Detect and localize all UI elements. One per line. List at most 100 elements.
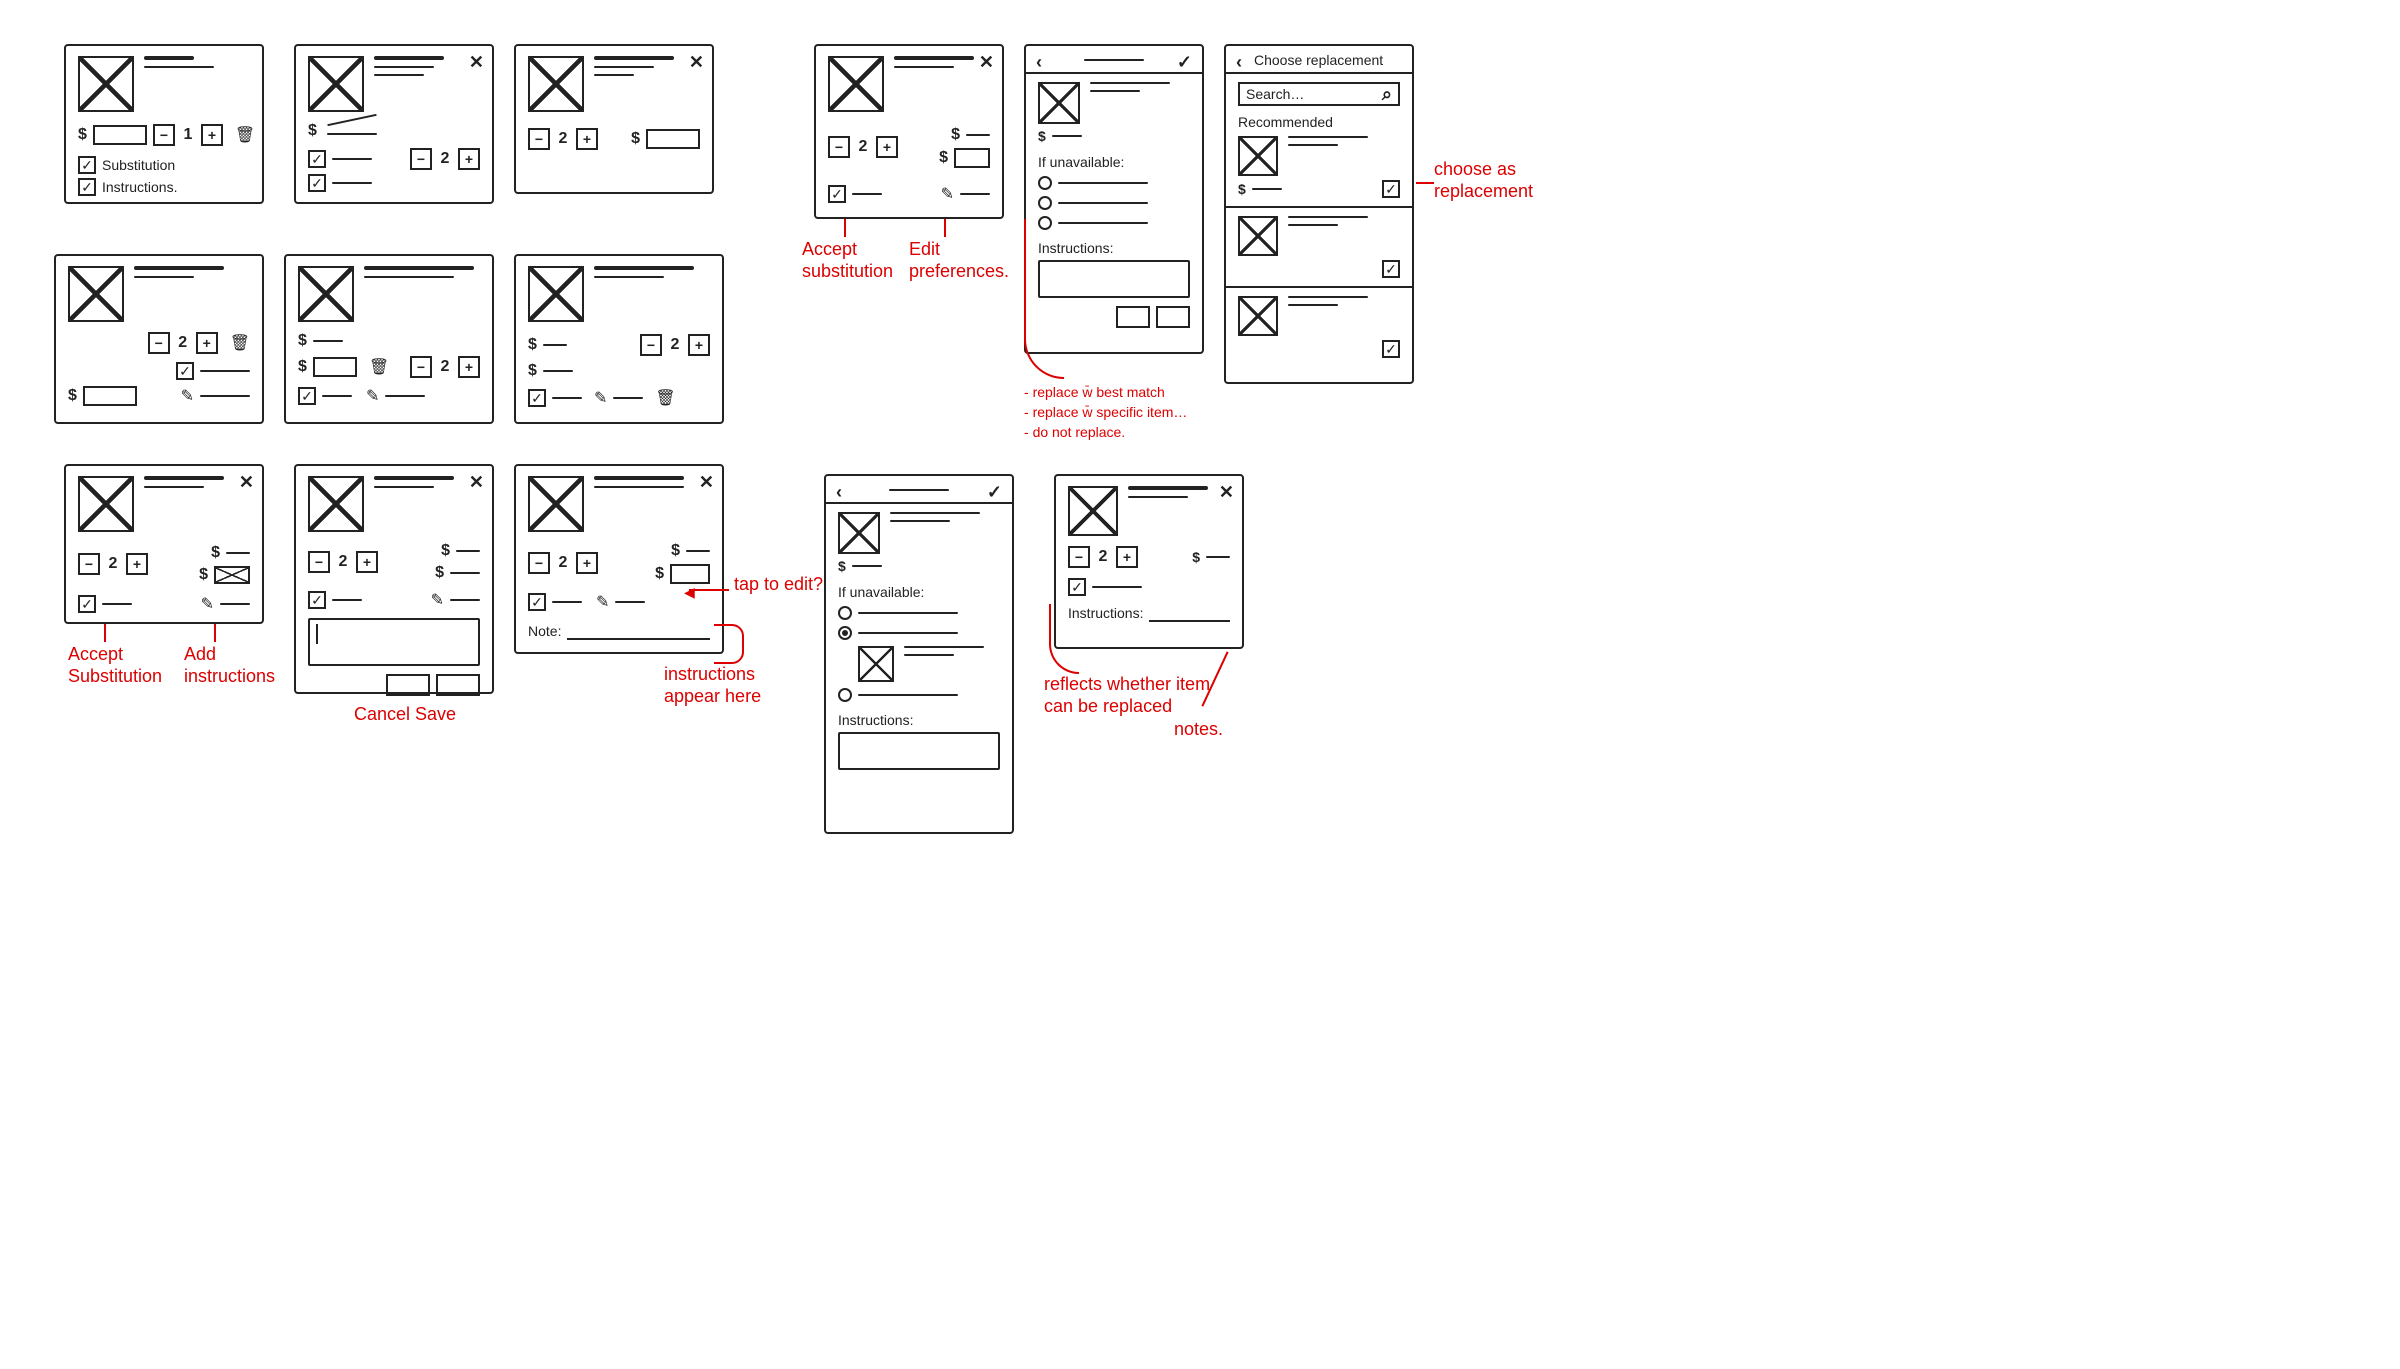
close-icon[interactable]: ✕ — [469, 52, 484, 73]
price-box — [313, 357, 357, 377]
edit-icon[interactable] — [596, 592, 609, 612]
line-scribble — [1288, 296, 1368, 298]
title-scribble — [374, 476, 454, 480]
confirm-icon[interactable]: ✓ — [1177, 52, 1192, 73]
instructions-textarea[interactable] — [308, 618, 480, 666]
qty-plus-button[interactable]: + — [196, 332, 218, 354]
line-scribble — [890, 512, 980, 514]
qty-minus-button[interactable]: − — [78, 553, 100, 575]
choose-replacement-checkbox[interactable] — [1382, 180, 1400, 198]
trash-icon[interactable] — [369, 357, 389, 377]
substitution-checkbox[interactable] — [78, 156, 96, 174]
price-placeholder — [214, 566, 250, 584]
save-button[interactable] — [1156, 306, 1190, 328]
qty-value: 2 — [668, 336, 682, 354]
radio-option[interactable] — [1038, 196, 1052, 210]
radio-option[interactable] — [838, 688, 852, 702]
qty-minus-button[interactable]: − — [410, 356, 432, 378]
checkbox[interactable] — [308, 174, 326, 192]
line-scribble — [1090, 90, 1140, 92]
qty-plus-button[interactable]: + — [576, 128, 598, 150]
close-icon[interactable]: ✕ — [1219, 482, 1234, 503]
line-scribble — [1206, 556, 1230, 558]
edit-icon[interactable] — [431, 590, 444, 610]
product-image — [528, 476, 584, 532]
checkbox[interactable] — [298, 387, 316, 405]
qty-minus-button[interactable]: − — [528, 128, 550, 150]
qty-plus-button[interactable]: + — [1116, 546, 1138, 568]
qty-minus-button[interactable]: − — [153, 124, 175, 146]
radio-option[interactable] — [1038, 176, 1052, 190]
edit-icon[interactable] — [181, 386, 194, 406]
close-icon[interactable]: ✕ — [689, 52, 704, 73]
qty-minus-button[interactable]: − — [528, 552, 550, 574]
qty-minus-button[interactable]: − — [148, 332, 170, 354]
title-scribble — [144, 56, 194, 60]
qty-plus-button[interactable]: + — [576, 552, 598, 574]
instructions-input[interactable] — [1149, 604, 1230, 622]
qty-minus-button[interactable]: − — [410, 148, 432, 170]
back-icon[interactable]: ‹ — [1036, 52, 1042, 73]
qty-plus-button[interactable]: + — [458, 148, 480, 170]
sheet-titlebar: ‹ ✓ — [1026, 46, 1202, 74]
subtitle-scribble — [144, 66, 214, 68]
confirm-icon[interactable]: ✓ — [987, 482, 1002, 503]
instructions-checkbox[interactable] — [78, 178, 96, 196]
qty-plus-button[interactable]: + — [126, 553, 148, 575]
currency-symbol: $ — [528, 362, 537, 380]
qty-value: 2 — [336, 553, 350, 571]
close-icon[interactable]: ✕ — [979, 52, 994, 73]
price-box — [646, 129, 700, 149]
checkbox[interactable] — [308, 591, 326, 609]
radio-option[interactable] — [838, 606, 852, 620]
instructions-textarea[interactable] — [838, 732, 1000, 770]
trash-icon[interactable] — [230, 333, 250, 353]
radio-option-selected[interactable] — [838, 626, 852, 640]
trash-icon[interactable] — [235, 125, 255, 145]
qty-plus-button[interactable]: + — [458, 356, 480, 378]
accept-substitution-checkbox[interactable] — [78, 595, 96, 613]
edit-icon[interactable] — [594, 388, 607, 408]
choose-replacement-checkbox[interactable] — [1382, 340, 1400, 358]
add-instructions-icon[interactable] — [201, 594, 214, 614]
qty-minus-button[interactable]: − — [1068, 546, 1090, 568]
qty-plus-button[interactable]: + — [356, 551, 378, 573]
instructions-heading: Instructions: — [838, 712, 1000, 728]
line-scribble — [960, 193, 990, 195]
checkbox[interactable] — [528, 389, 546, 407]
close-icon[interactable]: ✕ — [239, 472, 254, 493]
qty-plus-button[interactable]: + — [201, 124, 223, 146]
line-scribble — [450, 599, 480, 601]
line-scribble — [332, 599, 362, 601]
checkbox[interactable] — [308, 150, 326, 168]
card-r3-choose-replacement: ‹ Choose replacement Search… Recommended… — [1224, 44, 1414, 384]
replaceable-checkbox[interactable] — [1068, 578, 1086, 596]
edit-icon[interactable] — [366, 386, 379, 406]
accept-substitution-checkbox[interactable] — [828, 185, 846, 203]
search-input[interactable]: Search… — [1238, 82, 1400, 106]
line-scribble — [543, 344, 567, 346]
qty-minus-button[interactable]: − — [308, 551, 330, 573]
edit-preferences-icon[interactable] — [941, 184, 954, 204]
cancel-button[interactable] — [1116, 306, 1150, 328]
qty-value: 2 — [1096, 548, 1110, 566]
checkbox[interactable] — [176, 362, 194, 380]
qty-plus-button[interactable]: + — [688, 334, 710, 356]
currency-symbol: $ — [308, 122, 317, 140]
cancel-button[interactable] — [386, 674, 430, 696]
checkbox[interactable] — [528, 593, 546, 611]
note-input[interactable] — [567, 622, 710, 640]
trash-icon[interactable] — [655, 388, 675, 408]
qty-minus-button[interactable]: − — [640, 334, 662, 356]
back-icon[interactable]: ‹ — [836, 482, 842, 503]
line-scribble — [456, 550, 480, 552]
close-icon[interactable]: ✕ — [699, 472, 714, 493]
close-icon[interactable]: ✕ — [469, 472, 484, 493]
choose-replacement-checkbox[interactable] — [1382, 260, 1400, 278]
qty-minus-button[interactable]: − — [828, 136, 850, 158]
save-button[interactable] — [436, 674, 480, 696]
back-icon[interactable]: ‹ — [1236, 52, 1242, 73]
line-scribble — [858, 612, 958, 614]
qty-plus-button[interactable]: + — [876, 136, 898, 158]
product-image — [828, 56, 884, 112]
